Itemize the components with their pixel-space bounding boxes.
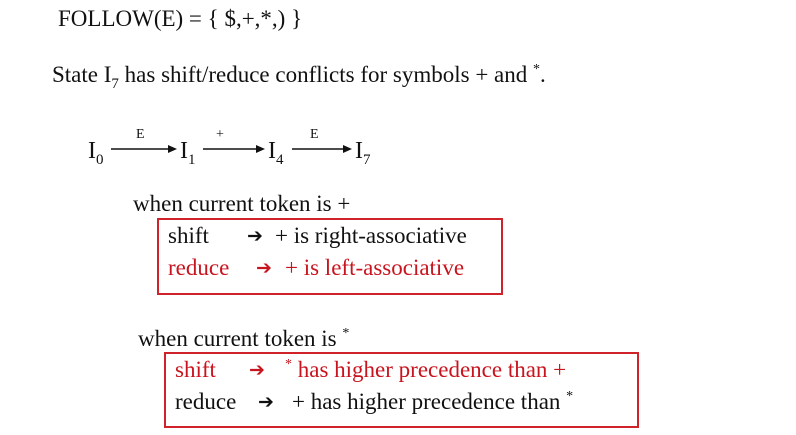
state-i0: I0 <box>88 138 104 168</box>
follow-set-text: FOLLOW(E) = { $,+,*,) } <box>58 6 303 31</box>
transition-label-3: E <box>310 127 319 142</box>
case-plus-row-shift: shift <box>168 223 209 249</box>
case-plus-heading: when current token is + <box>133 191 351 216</box>
action-shift: shift <box>175 357 216 382</box>
result-star-higher: * has higher precedence than + <box>285 357 567 382</box>
transition-arrow-2 <box>203 145 265 153</box>
case-star-box: shift ➔ * has higher precedence than + r… <box>164 352 639 428</box>
case-star-heading: when current token is * <box>138 326 350 351</box>
action-reduce: reduce <box>168 255 230 280</box>
transition-label-1: E <box>136 127 145 142</box>
implies-arrow-icon: ➔ <box>256 257 272 279</box>
implies-arrow-icon: ➔ <box>258 391 274 413</box>
action-shift: shift <box>168 223 209 248</box>
implies-arrow-icon: ➔ <box>247 225 263 247</box>
transition-arrow-1 <box>111 145 177 153</box>
result-left-assoc: + is left-associative <box>285 255 465 280</box>
transition-arrow-3 <box>292 145 352 153</box>
action-reduce: reduce <box>175 389 237 414</box>
state-i1: I1 <box>180 138 196 168</box>
state-i7: I7 <box>355 138 371 168</box>
case-plus-box: shift ➔ + is right-associative reduce ➔ … <box>157 218 503 295</box>
transition-label-2: + <box>216 127 224 142</box>
state-i4: I4 <box>268 138 284 168</box>
implies-arrow-icon: ➔ <box>249 359 265 381</box>
result-right-assoc: + is right-associative <box>275 223 467 248</box>
conflict-statement: State I7 has shift/reduce conflicts for … <box>52 62 546 92</box>
result-plus-higher: + has higher precedence than * <box>292 389 574 414</box>
follow-set: FOLLOW(E) = { $,+,*,) } <box>58 6 302 32</box>
